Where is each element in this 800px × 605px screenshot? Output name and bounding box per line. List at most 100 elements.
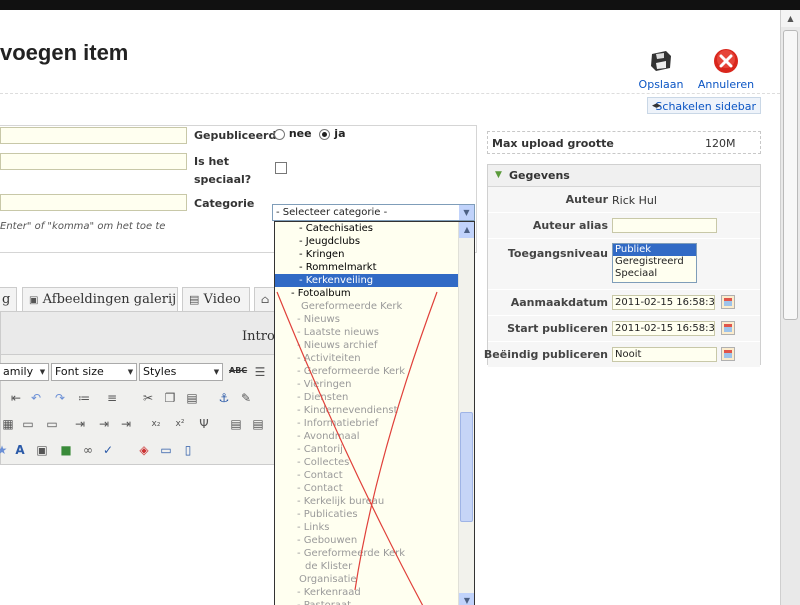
copy-icon[interactable]: ❐	[163, 391, 177, 405]
calendar-icon[interactable]	[721, 295, 735, 309]
chevron-down-icon[interactable]: ▼	[459, 205, 474, 220]
category-option[interactable]: - Fotoalbum	[275, 287, 458, 300]
start-input[interactable]: 2011-02-15 16:58:34	[612, 321, 715, 336]
font-size-select[interactable]: Font size ▼	[51, 363, 137, 381]
gegevens-header[interactable]: ▼ Gegevens	[488, 165, 760, 187]
access-label: Toegangsniveau	[507, 247, 608, 260]
split-icon[interactable]: ⇥	[119, 417, 133, 431]
chevron-up-icon[interactable]: ▲	[781, 10, 800, 27]
category-label: Categorie	[194, 197, 255, 210]
published-yes-radio[interactable]	[319, 128, 331, 140]
category-option[interactable]: - Kringen	[275, 248, 458, 261]
toggle-sidebar-icon: ◂▸	[652, 101, 662, 111]
tab-gallery[interactable]: ▣ Afbeeldingen galerij	[22, 287, 178, 311]
access-option-special[interactable]: Speciaal	[613, 268, 696, 280]
font-color-icon[interactable]: A	[13, 443, 27, 457]
category-select[interactable]: - Selecteer categorie - ▼	[272, 204, 475, 221]
insert-icon[interactable]: ★	[0, 443, 9, 457]
save-button[interactable]: Opslaan	[631, 48, 691, 91]
author-alias-label: Auteur alias	[532, 219, 608, 232]
justify-icon[interactable]: ☰	[253, 365, 267, 379]
tab-more[interactable]: ⌂	[254, 287, 276, 311]
tab-partial-label: g	[2, 292, 11, 307]
created-input[interactable]: 2011-02-15 16:58:34	[612, 295, 715, 310]
author-row: Auteur Rick Hul	[488, 187, 760, 213]
calendar-icon[interactable]	[721, 321, 735, 335]
published-no-radio[interactable]	[274, 128, 285, 140]
fullscreen-icon[interactable]: ▭	[159, 443, 173, 457]
font-family-select[interactable]: amily ▼	[0, 363, 49, 381]
category-option: - Contact	[297, 470, 343, 481]
cancel-button[interactable]: Annuleren	[696, 48, 756, 91]
floppy-disk-icon	[651, 51, 671, 71]
chevron-down-icon[interactable]: ▼	[459, 593, 474, 605]
tags-input[interactable]	[0, 194, 187, 211]
link-icon[interactable]: ∞	[81, 443, 95, 457]
category-option[interactable]: - Jeugdclubs	[275, 235, 458, 248]
end-input[interactable]: Nooit	[612, 347, 717, 362]
indent-icon[interactable]: ⇤	[9, 391, 23, 405]
spellcheck-icon[interactable]: ✓	[101, 443, 115, 457]
alias-input[interactable]	[0, 153, 187, 170]
category-option: - Pastoraat	[275, 599, 458, 605]
preview-icon[interactable]: ▯	[181, 443, 195, 457]
dropdown-scroll-thumb[interactable]	[460, 412, 473, 522]
category-option: - Kindernevendienst	[297, 405, 398, 416]
tab-video[interactable]: ▤ Video	[182, 287, 250, 311]
chevron-up-icon[interactable]: ▲	[459, 222, 474, 238]
dropdown-scrollbar[interactable]: ▲ ▼	[458, 222, 474, 605]
category-option[interactable]: - Rommelmarkt	[275, 261, 458, 274]
page-scroll-thumb[interactable]	[783, 30, 798, 320]
layer-2-icon[interactable]: ▤	[251, 417, 265, 431]
author-value: Rick Hul	[612, 194, 657, 207]
chevron-down-icon: ▼	[213, 368, 220, 376]
redo-icon[interactable]: ↷	[53, 391, 67, 405]
anchor-icon[interactable]: ⚓	[217, 391, 231, 405]
media-icon[interactable]: ■	[59, 443, 73, 457]
calendar-icon[interactable]	[721, 347, 735, 361]
layer-icon[interactable]: ▤	[229, 417, 243, 431]
font-family-value: amily	[3, 365, 34, 378]
cut-icon[interactable]: ✂	[141, 391, 155, 405]
end-label: Beëindig publiceren	[483, 348, 608, 361]
collapse-triangle-icon: ▼	[495, 170, 502, 180]
cleanup-icon[interactable]: ✎	[239, 391, 253, 405]
tab-partial[interactable]: g	[0, 287, 17, 311]
category-dropdown-list[interactable]: - Catechisaties - Jeugdclubs - Kringen - Ro…	[274, 221, 475, 605]
toggle-sidebar-button[interactable]: ◂▸ Schakelen sidebar	[647, 97, 761, 114]
code-icon[interactable]: ◈	[137, 443, 151, 457]
row-icon[interactable]: ▭	[21, 417, 35, 431]
paste-icon[interactable]: ▤	[185, 391, 199, 405]
end-row: Beëindig publiceren Nooit	[484, 342, 760, 367]
undo-icon[interactable]: ↶	[29, 391, 43, 405]
category-option: - Laatste nieuws	[297, 327, 379, 338]
access-listbox[interactable]: Publiek Geregistreerd Speciaal	[612, 243, 697, 283]
bullet-list-icon[interactable]: ≡	[105, 391, 119, 405]
numbered-list-icon[interactable]: ≔	[77, 391, 91, 405]
special-checkbox[interactable]	[275, 162, 287, 174]
published-label: Gepubliceerd	[194, 129, 277, 142]
max-upload-value: 120M	[705, 137, 736, 150]
category-select-value: - Selecteer categorie -	[276, 207, 388, 218]
superscript-icon[interactable]: x²	[173, 417, 187, 431]
category-option[interactable]: - Catechisaties	[275, 222, 458, 235]
access-option-public[interactable]: Publiek	[613, 244, 696, 256]
table-icon[interactable]: ▦	[1, 417, 15, 431]
author-alias-input[interactable]	[612, 218, 717, 233]
image-icon[interactable]: ▣	[35, 443, 49, 457]
access-option-registered[interactable]: Geregistreerd	[613, 256, 696, 268]
tab-gallery-label: Afbeeldingen galerij	[42, 292, 177, 307]
delete-row-icon[interactable]: ⇥	[97, 417, 111, 431]
page-scrollbar[interactable]: ▲	[780, 10, 800, 605]
category-option[interactable]: - Kerkenveiling	[275, 274, 458, 287]
title-input[interactable]	[0, 127, 187, 144]
spellcheck-button[interactable]: ABC	[229, 366, 247, 375]
styles-select[interactable]: Styles ▼	[139, 363, 223, 381]
insert-row-icon[interactable]: ⇥	[73, 417, 87, 431]
gegevens-panel: ▼ Gegevens Auteur Rick Hul Auteur alias …	[484, 164, 761, 367]
special-char-icon[interactable]: Ψ	[197, 417, 211, 431]
subscript-icon[interactable]: x₂	[149, 417, 163, 431]
page-title: voegen item	[0, 40, 129, 65]
published-yes-label: ja	[334, 127, 346, 140]
column-icon[interactable]: ▭	[45, 417, 59, 431]
